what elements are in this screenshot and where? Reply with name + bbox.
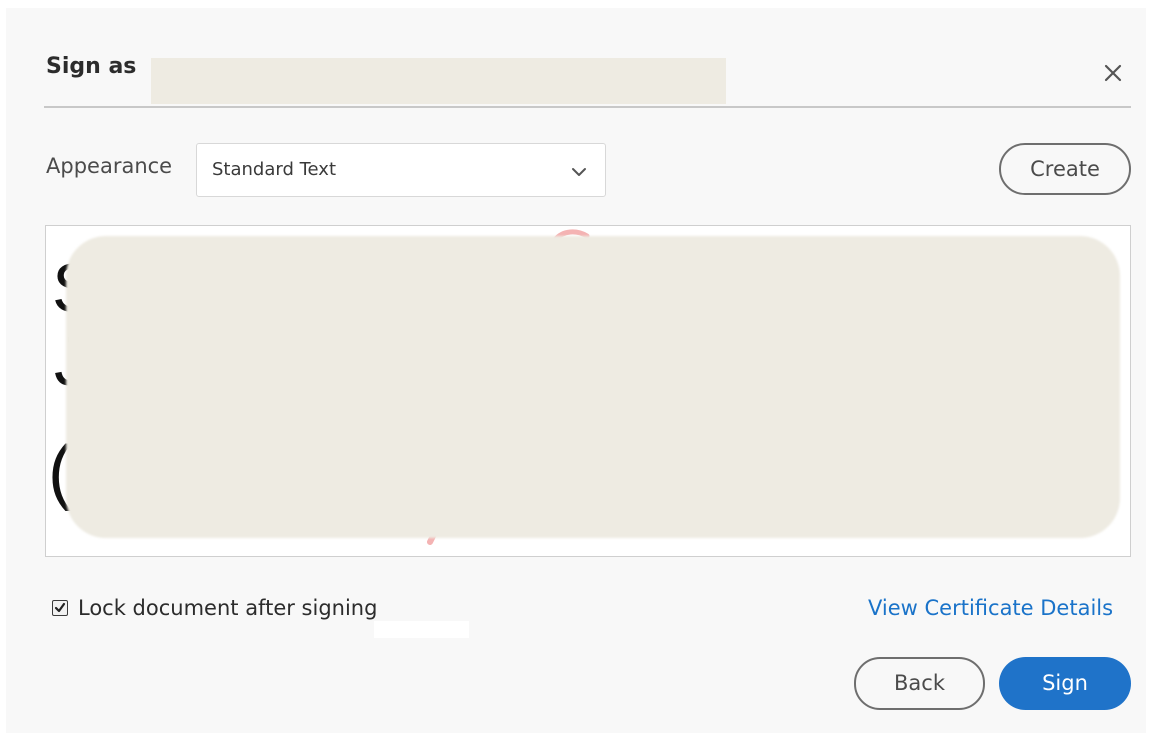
appearance-label: Appearance: [46, 154, 173, 178]
view-certificate-details-link[interactable]: View Certificate Details: [868, 596, 1113, 620]
back-button[interactable]: Back: [854, 657, 985, 710]
title-divider: [44, 106, 1131, 108]
appearance-selected-value: Standard Text: [212, 159, 337, 180]
create-button[interactable]: Create: [999, 143, 1131, 195]
dialog-title: Sign as: [46, 54, 137, 79]
lock-label: Lock document after signing: [78, 596, 378, 620]
lock-document-option[interactable]: Lock document after signing: [52, 596, 377, 620]
appearance-select[interactable]: Standard Text: [196, 143, 606, 197]
lock-checkbox[interactable]: [52, 600, 68, 616]
signer-name-redaction: [151, 58, 726, 104]
signature-preview: S J (: [45, 225, 1131, 557]
signature-redaction: [66, 236, 1120, 538]
chevron-down-icon: [571, 163, 587, 176]
close-icon[interactable]: [1100, 60, 1126, 86]
sign-button[interactable]: Sign: [999, 657, 1131, 710]
lock-label-mask: [374, 621, 469, 638]
sign-dialog: Sign as Appearance Standard Text Create …: [6, 8, 1146, 733]
